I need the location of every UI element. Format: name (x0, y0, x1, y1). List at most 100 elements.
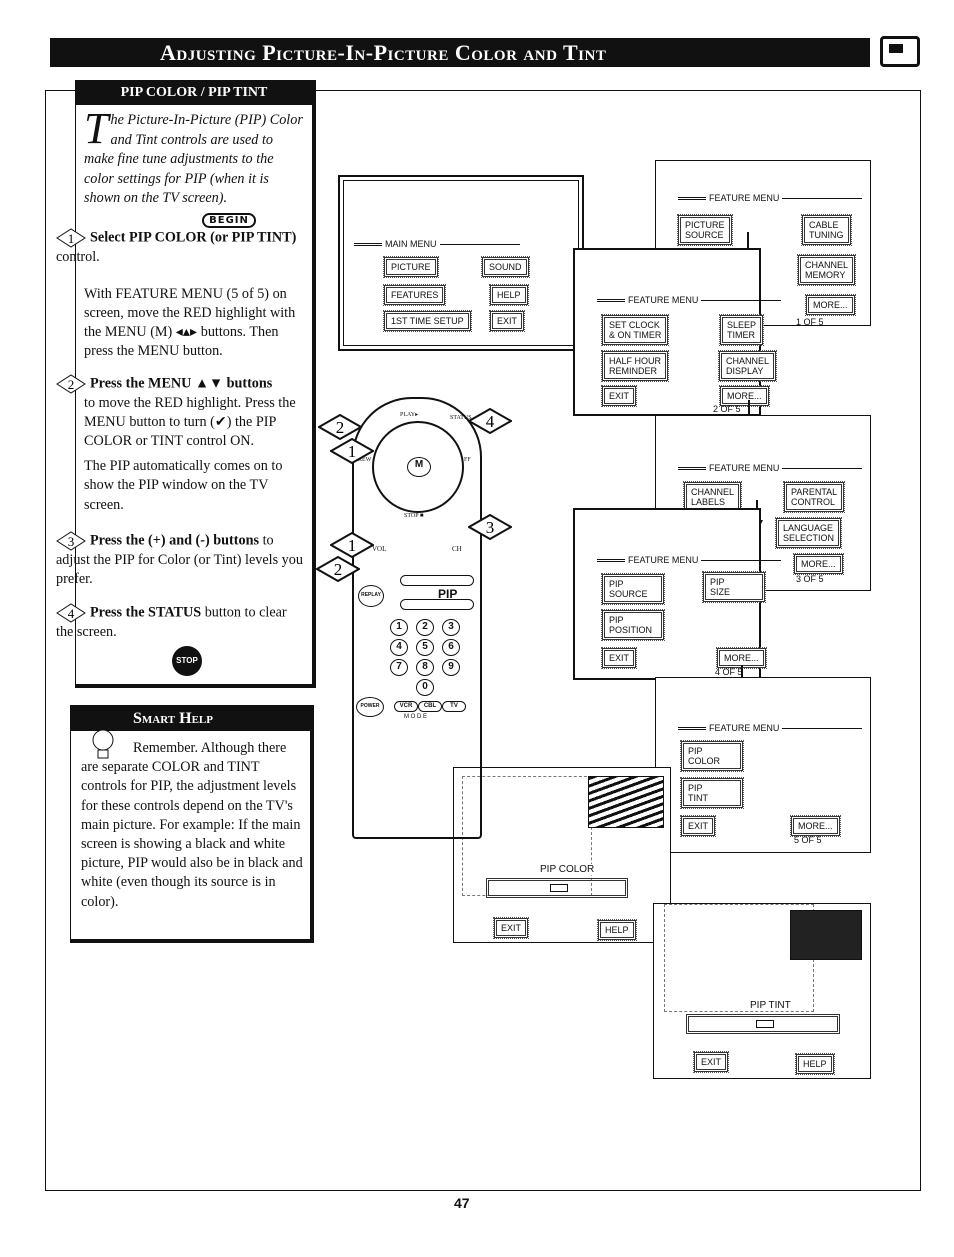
feature-menu-title: FEATURE MENU (597, 295, 781, 305)
help-button[interactable]: HELP (795, 1053, 835, 1075)
step-2-body2: The PIP automatically comes on to show t… (84, 458, 283, 513)
drop-cap: T (84, 104, 109, 153)
feature-menu-title: FEATURE MENU (678, 723, 862, 733)
feature-menu-5: FEATURE MENU PIP COLOR PIP TINT EXIT MOR… (655, 677, 871, 853)
instructions-panel: PIP COLOR / PIP TINT The Picture-In-Pict… (56, 80, 316, 688)
svg-text:4: 4 (486, 412, 495, 431)
step-2-diamond-icon: 2 (56, 373, 86, 394)
menu-item-more[interactable]: MORE... (805, 294, 856, 316)
menu-item-more[interactable]: MORE... (793, 553, 844, 575)
digit-4-button[interactable]: 4 (390, 639, 408, 656)
step-1-diamond-icon: 1 (56, 227, 86, 248)
menu-item-sleep-timer[interactable]: SLEEP TIMER (718, 314, 765, 346)
callout-3-diamond-icon: 3 (466, 513, 514, 545)
menu-item-set-clock[interactable]: SET CLOCK & ON TIMER (600, 314, 670, 346)
menu-item-exit[interactable]: EXIT (679, 815, 717, 837)
menu-item-exit[interactable]: EXIT (600, 385, 638, 407)
digit-8-button[interactable]: 8 (416, 659, 434, 676)
menu-item-parental-control[interactable]: PARENTAL CONTROL (782, 481, 846, 513)
menu-item-picture-source[interactable]: PICTURE SOURCE (677, 214, 733, 246)
mode-vcr-button[interactable]: VCR (394, 701, 418, 712)
svg-text:2: 2 (68, 377, 75, 392)
menu-item-help[interactable]: HELP (489, 284, 529, 306)
menu-item-picture[interactable]: PICTURE (383, 256, 439, 278)
page-number: 47 (454, 1195, 470, 1211)
digit-9-button[interactable]: 9 (442, 659, 460, 676)
pip-swap-freeze-button[interactable] (400, 599, 474, 610)
menu-item-channel-display[interactable]: CHANNEL DISPLAY (717, 350, 778, 382)
digit-7-button[interactable]: 7 (390, 659, 408, 676)
begin-badge: BEGIN (202, 212, 256, 228)
step-2-lead: Press the MENU ▲▼ buttons (90, 374, 273, 391)
page-indicator: 4 OF 5 (715, 667, 743, 677)
feature-menu-title: FEATURE MENU (597, 555, 781, 565)
pip-color-slider[interactable] (486, 878, 628, 898)
callout-2b-diamond-icon: 2 (314, 555, 362, 587)
menu-item-pip-position[interactable]: PIP POSITION (601, 609, 665, 641)
exit-button[interactable]: EXIT (692, 1051, 730, 1073)
intro-text: The Picture-In-Picture (PIP) Color and T… (76, 105, 312, 209)
menu-item-half-hour-reminder[interactable]: HALF HOUR REMINDER (600, 350, 670, 382)
ch-button[interactable]: CH (452, 545, 462, 553)
menu-item-more[interactable]: MORE... (719, 385, 770, 407)
smart-help-box: Smart Help Remember. Although there are … (70, 705, 314, 943)
svg-text:3: 3 (486, 518, 495, 537)
exit-button[interactable]: EXIT (492, 917, 530, 939)
menu-item-more[interactable]: MORE... (790, 815, 841, 837)
step-1: 1 Select PIP COLOR (or PIP TINT) control. (56, 227, 312, 267)
step-3: 3 Press the (+) and (-) buttons to adjust… (56, 531, 306, 589)
menu-item-first-time-setup[interactable]: 1ST TIME SETUP (383, 310, 472, 332)
step-1-lead: Select PIP COLOR (or PIP TINT) (90, 228, 297, 245)
svg-text:1: 1 (68, 231, 75, 246)
menu-item-language-selection[interactable]: LANGUAGE SELECTION (774, 517, 843, 549)
digit-0-button[interactable]: 0 (416, 679, 434, 696)
slider-thumb[interactable] (755, 1020, 774, 1028)
digit-1-button[interactable]: 1 (390, 619, 408, 636)
menu-item-exit[interactable]: EXIT (600, 647, 638, 669)
menu-item-channel-memory[interactable]: CHANNEL MEMORY (796, 254, 857, 286)
main-menu-title: MAIN MENU (354, 239, 520, 249)
feature-menu-2: FEATURE MENU SET CLOCK & ON TIMER SLEEP … (573, 248, 778, 416)
slider-thumb[interactable] (550, 884, 569, 892)
stop-sign-icon: STOP (172, 646, 202, 676)
menu-item-pip-color[interactable]: PIP COLOR (680, 740, 744, 772)
digit-5-button[interactable]: 5 (416, 639, 434, 656)
page-title: Adjusting Picture-In-Picture Color and T… (50, 38, 870, 67)
play-label: PLAY▸ (400, 412, 419, 418)
menu-item-features[interactable]: FEATURES (382, 284, 447, 306)
menu-item-pip-size[interactable]: PIP SIZE (702, 571, 766, 603)
mode-tv-button[interactable]: TV (442, 701, 466, 712)
step-1-rest: control. (56, 248, 100, 265)
mode-cbl-button[interactable]: CBL (418, 701, 442, 712)
page-indicator: 2 OF 5 (713, 404, 741, 414)
menu-item-pip-source[interactable]: PIP SOURCE (601, 573, 665, 605)
digit-3-button[interactable]: 3 (442, 619, 460, 636)
page-indicator: 3 OF 5 (796, 574, 824, 584)
pip-on-off-button[interactable] (400, 575, 474, 586)
tv-icon (880, 36, 920, 67)
menu-item-pip-tint[interactable]: PIP TINT (680, 777, 744, 809)
step-4-lead: Press the STATUS (90, 604, 202, 621)
svg-text:2: 2 (334, 560, 343, 579)
menu-item-exit[interactable]: EXIT (488, 310, 526, 332)
menu-button[interactable]: M (407, 457, 431, 477)
svg-text:4: 4 (68, 606, 75, 621)
vol-button[interactable]: VOL (372, 545, 386, 553)
pip-color-label: PIP COLOR (540, 864, 595, 875)
power-button[interactable]: POWER (356, 697, 384, 717)
menu-item-sound[interactable]: SOUND (481, 256, 530, 278)
pip-tint-slider[interactable] (686, 1014, 840, 1034)
help-button[interactable]: HELP (597, 919, 637, 941)
pip-tint-screen: PIP TINT EXIT HELP (653, 903, 871, 1079)
digit-2-button[interactable]: 2 (416, 619, 434, 636)
step-4: 4 Press the STATUS button to clear the sc… (56, 603, 306, 642)
feature-menu-title: FEATURE MENU (678, 193, 862, 203)
pip-window-people (790, 910, 862, 960)
menu-item-cable-tuning[interactable]: CABLE TUNING (801, 214, 852, 246)
digit-6-button[interactable]: 6 (442, 639, 460, 656)
step-4-diamond-icon: 4 (56, 603, 86, 623)
feature-menu-4: FEATURE MENU PIP SOURCE PIP SIZE PIP POS… (573, 508, 767, 680)
page-indicator: 5 OF 5 (794, 835, 822, 845)
callout-1-diamond-icon: 1 (328, 437, 376, 469)
replay-button[interactable]: REPLAY (358, 585, 384, 607)
